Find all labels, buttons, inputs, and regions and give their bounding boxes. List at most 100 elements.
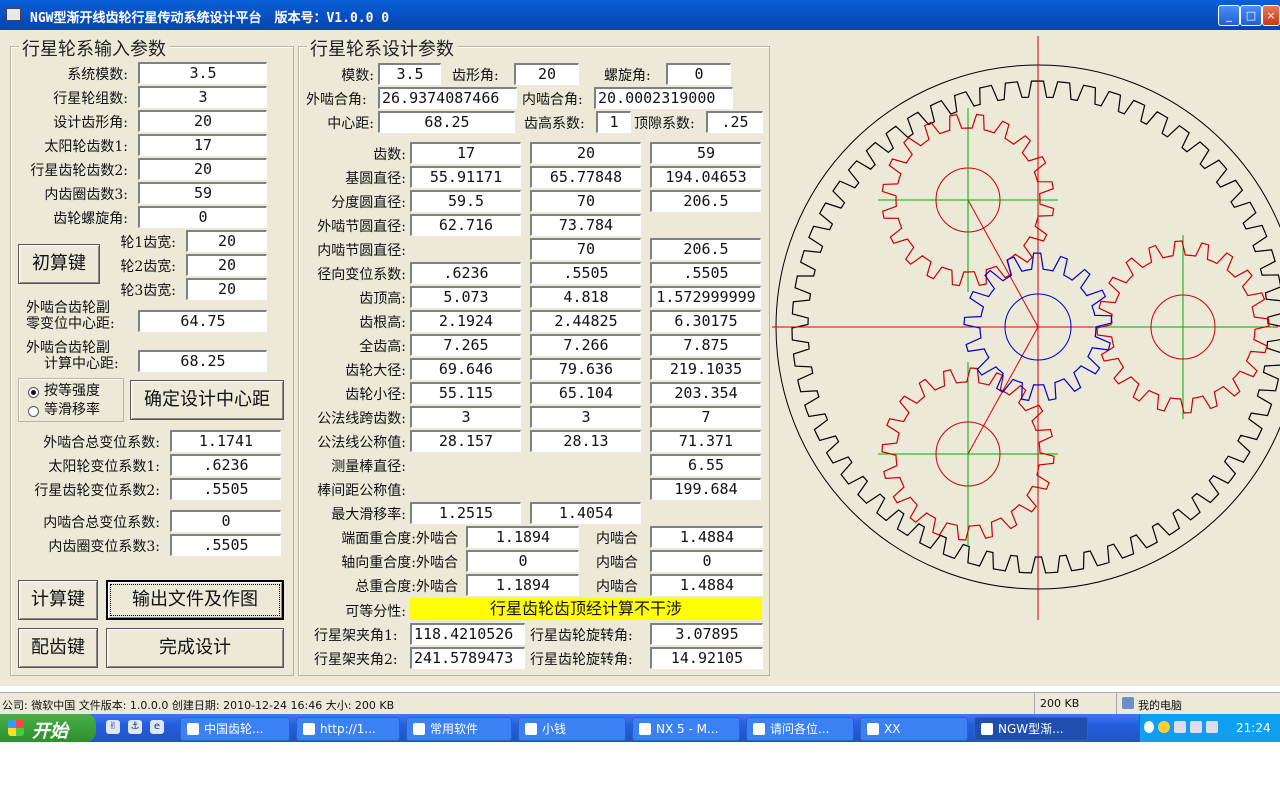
match-teeth-button[interactable]: 配齿键 (18, 628, 98, 668)
table-cell-2-0[interactable]: 59.5 (410, 190, 521, 212)
equal-strength-radio[interactable] (28, 387, 39, 398)
input-field-0[interactable]: 3.5 (138, 62, 267, 84)
quicklaunch-ie-icon[interactable]: e (150, 720, 164, 734)
table-cell-9-0[interactable]: 69.646 (410, 358, 521, 380)
table-cell-4-1[interactable]: 70 (530, 238, 641, 260)
taskbar-item-3[interactable]: 小钱 (518, 717, 626, 741)
table-cell-7-1[interactable]: 2.44825 (530, 310, 641, 332)
table-cell-9-2[interactable]: 219.1035 (650, 358, 761, 380)
table-cell-12-1[interactable]: 28.13 (530, 430, 641, 452)
table-cell-10-1[interactable]: 65.104 (530, 382, 641, 404)
table-cell-11-0[interactable]: 3 (410, 406, 521, 428)
network-icon-2[interactable] (1190, 721, 1202, 733)
table-cell-4-2[interactable]: 206.5 (650, 238, 761, 260)
table-cell-15-0[interactable]: 1.2515 (410, 502, 521, 524)
input-field-5[interactable]: 59 (138, 182, 267, 204)
table-cell-1-0[interactable]: 55.91171 (410, 166, 521, 188)
overlap-ext-0[interactable]: 1.1894 (466, 526, 579, 548)
table-cell-12-2[interactable]: 71.371 (650, 430, 761, 452)
app-icon[interactable] (6, 8, 21, 21)
table-cell-2-1[interactable]: 70 (530, 190, 641, 212)
table-cell-6-1[interactable]: 4.818 (530, 286, 641, 308)
input-field-3[interactable]: 17 (138, 134, 267, 156)
taskbar-item-2[interactable]: 常用软件 (406, 717, 512, 741)
calc-button[interactable]: 计算键 (18, 580, 98, 620)
carrier-angle-1-field[interactable]: 118.4210526 (410, 623, 525, 645)
shift-field-1[interactable]: .6236 (170, 454, 281, 476)
width-field-1[interactable]: 20 (186, 254, 267, 276)
table-cell-5-0[interactable]: .6236 (410, 262, 521, 284)
shift-field-0[interactable]: 1.1741 (170, 430, 281, 452)
overlap-ext-2[interactable]: 1.1894 (466, 574, 579, 596)
carrier-angle-2-field[interactable]: 241.5789473 (410, 647, 525, 669)
tray-arrow-icon[interactable] (1144, 721, 1154, 733)
zero-center-field[interactable]: 64.75 (138, 310, 267, 332)
input-field-1[interactable]: 3 (138, 86, 267, 108)
table-cell-10-2[interactable]: 203.354 (650, 382, 761, 404)
width-field-2[interactable]: 20 (186, 278, 267, 300)
overlap-int-1[interactable]: 0 (650, 550, 763, 572)
table-cell-7-0[interactable]: 2.1924 (410, 310, 521, 332)
planet-rot-1-field[interactable]: 3.07895 (650, 623, 763, 645)
addendum-coef-field[interactable]: 1 (596, 111, 631, 133)
calc-center-field[interactable]: 68.25 (138, 350, 267, 372)
output-file-button[interactable]: 输出文件及作图 (106, 580, 284, 620)
table-cell-1-1[interactable]: 65.77848 (530, 166, 641, 188)
init-calc-button[interactable]: 初算键 (18, 244, 100, 284)
table-cell-1-2[interactable]: 194.04653 (650, 166, 761, 188)
shift-field-3[interactable]: 0 (170, 510, 281, 532)
network-icon[interactable] (1174, 721, 1186, 733)
table-cell-13-2[interactable]: 6.55 (650, 454, 761, 476)
table-cell-0-1[interactable]: 20 (530, 142, 641, 164)
center-field[interactable]: 68.25 (378, 111, 515, 133)
ext-angle-field[interactable]: 26.9374087466 (378, 87, 517, 109)
table-cell-5-2[interactable]: .5505 (650, 262, 761, 284)
table-cell-14-2[interactable]: 199.684 (650, 478, 761, 500)
table-cell-15-1[interactable]: 1.4054 (530, 502, 641, 524)
quicklaunch-icon-1[interactable]: ✌ (106, 720, 120, 734)
pressure-field[interactable]: 20 (514, 63, 579, 85)
planet-rot-2-field[interactable]: 14.92105 (650, 647, 763, 669)
table-cell-12-0[interactable]: 28.157 (410, 430, 521, 452)
taskbar-item-7[interactable]: NGW型渐... (974, 717, 1088, 741)
taskbar-item-0[interactable]: 中国齿轮... (180, 717, 290, 741)
table-cell-6-2[interactable]: 1.572999999 (650, 286, 761, 308)
int-angle-field[interactable]: 20.0002319000 (594, 87, 733, 109)
table-cell-11-2[interactable]: 7 (650, 406, 761, 428)
taskbar-item-5[interactable]: 请问各位... (746, 717, 854, 741)
table-cell-7-2[interactable]: 6.30175 (650, 310, 761, 332)
table-cell-3-1[interactable]: 73.784 (530, 214, 641, 236)
table-cell-0-2[interactable]: 59 (650, 142, 761, 164)
table-cell-2-2[interactable]: 206.5 (650, 190, 761, 212)
clearance-field[interactable]: .25 (706, 111, 763, 133)
table-cell-5-1[interactable]: .5505 (530, 262, 641, 284)
table-cell-6-0[interactable]: 5.073 (410, 286, 521, 308)
module-field[interactable]: 3.5 (378, 63, 441, 85)
table-cell-3-0[interactable]: 62.716 (410, 214, 521, 236)
overlap-int-0[interactable]: 1.4884 (650, 526, 763, 548)
table-cell-9-1[interactable]: 79.636 (530, 358, 641, 380)
quicklaunch-icon-2[interactable]: ⚓ (128, 720, 142, 734)
taskbar-item-1[interactable]: http://1... (296, 717, 400, 741)
width-field-0[interactable]: 20 (186, 230, 267, 252)
volume-icon[interactable] (1206, 721, 1218, 733)
qq-icon[interactable] (1158, 721, 1170, 733)
maximize-button[interactable]: □ (1240, 5, 1262, 26)
taskbar-item-6[interactable]: XX (860, 717, 968, 741)
overlap-ext-1[interactable]: 0 (466, 550, 579, 572)
table-cell-11-1[interactable]: 3 (530, 406, 641, 428)
minimize-button[interactable]: _ (1218, 5, 1240, 26)
shift-field-2[interactable]: .5505 (170, 478, 281, 500)
table-cell-0-0[interactable]: 17 (410, 142, 521, 164)
table-cell-8-0[interactable]: 7.265 (410, 334, 521, 356)
input-field-2[interactable]: 20 (138, 110, 267, 132)
table-cell-8-2[interactable]: 7.875 (650, 334, 761, 356)
table-cell-10-0[interactable]: 55.115 (410, 382, 521, 404)
close-button[interactable]: × (1262, 5, 1280, 26)
start-button[interactable]: 开始 (0, 714, 96, 742)
equal-slip-radio[interactable] (28, 406, 39, 417)
input-field-4[interactable]: 20 (138, 158, 267, 180)
taskbar-item-4[interactable]: NX 5 - M... (632, 717, 740, 741)
table-cell-8-1[interactable]: 7.266 (530, 334, 641, 356)
shift-field-4[interactable]: .5505 (170, 534, 281, 556)
